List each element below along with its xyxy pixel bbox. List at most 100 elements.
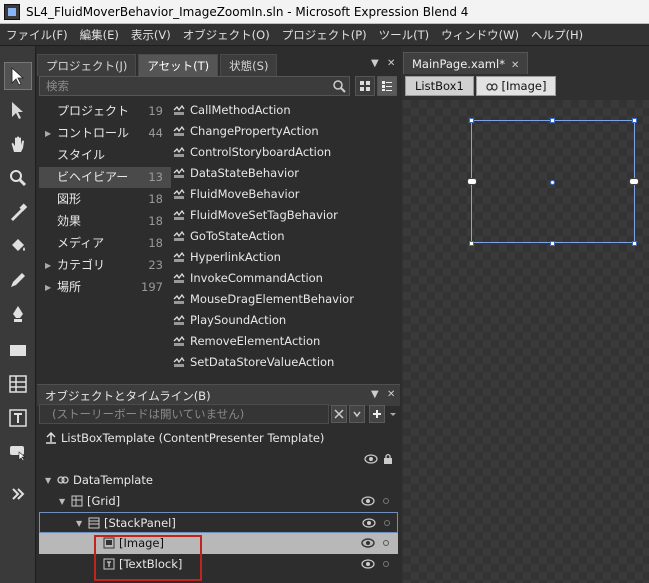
asset-search-input[interactable]: 検索 xyxy=(39,76,350,96)
asset-item[interactable]: InvokeCommandAction xyxy=(173,268,323,289)
resize-handle[interactable] xyxy=(550,118,555,123)
storyboard-picker[interactable]: (ストーリーボードは開いていません) xyxy=(39,404,329,424)
center-point-handle[interactable] xyxy=(550,180,555,185)
back-up-icon[interactable] xyxy=(45,432,57,444)
asset-item[interactable]: HyperlinkAction xyxy=(173,247,281,268)
eyedropper-icon[interactable] xyxy=(4,198,32,226)
resize-handle[interactable] xyxy=(632,241,637,246)
behavior-icon xyxy=(173,251,185,262)
lock-toggle-icon[interactable] xyxy=(383,540,389,546)
tab-project[interactable]: プロジェクト(J) xyxy=(37,54,137,76)
asset-item[interactable]: ChangePropertyAction xyxy=(173,121,319,142)
breadcrumb-item[interactable]: ListBox1 xyxy=(405,76,474,96)
asset-item[interactable]: SetDataStoreValueAction xyxy=(173,352,334,373)
menu-tools[interactable]: ツール(T) xyxy=(373,27,436,43)
asset-item[interactable]: CallMethodAction xyxy=(173,100,291,121)
asset-item[interactable]: GoToStateAction xyxy=(173,226,285,247)
tab-states[interactable]: 状態(S) xyxy=(220,54,278,76)
tree-row-textblock[interactable]: [TextBlock] xyxy=(39,554,398,575)
menu-file[interactable]: ファイル(F) xyxy=(0,27,74,43)
asset-item[interactable]: PlaySoundAction xyxy=(173,310,286,331)
category-item[interactable]: 効果 18 xyxy=(39,211,171,232)
eye-icon[interactable] xyxy=(361,537,375,549)
category-item[interactable]: 図形 18 xyxy=(39,189,171,210)
asset-item[interactable]: FluidMoveBehavior xyxy=(173,184,300,205)
category-item[interactable]: ▶ カテゴリ 23 xyxy=(39,255,171,276)
tab-assets[interactable]: アセット(T) xyxy=(138,54,219,76)
eye-icon[interactable] xyxy=(361,558,375,570)
close-tab-icon[interactable]: ✕ xyxy=(511,60,519,71)
behavior-icon xyxy=(173,146,185,157)
lock-icon[interactable] xyxy=(383,453,393,464)
close-icon[interactable]: ✕ xyxy=(387,389,395,400)
artboard-canvas[interactable] xyxy=(403,100,649,583)
resize-handle-side[interactable] xyxy=(467,178,477,185)
tree-row-stackpanel[interactable]: ▼ [StackPanel] xyxy=(39,512,398,533)
search-icon[interactable] xyxy=(332,79,346,93)
tree-row-template-root[interactable]: ListBoxTemplate (ContentPresenter Templa… xyxy=(39,428,398,449)
category-item[interactable]: スタイル xyxy=(39,145,171,166)
storyboard-close-icon[interactable] xyxy=(331,405,347,423)
tree-row-grid[interactable]: ▼ [Grid] xyxy=(39,491,398,512)
eye-icon[interactable] xyxy=(361,495,375,507)
menu-project[interactable]: プロジェクト(P) xyxy=(276,27,373,43)
tab-mainpage[interactable]: MainPage.xaml* ✕ xyxy=(403,52,529,74)
eye-icon[interactable] xyxy=(364,454,378,464)
asset-item[interactable]: FluidMoveSetTagBehavior xyxy=(173,205,338,226)
asset-item[interactable]: DataStateBehavior xyxy=(173,163,299,184)
resize-handle[interactable] xyxy=(632,118,637,123)
more-tools-icon[interactable] xyxy=(4,480,32,508)
eye-icon[interactable] xyxy=(362,517,376,529)
resize-handle-side[interactable] xyxy=(629,178,639,185)
pen-icon[interactable] xyxy=(4,300,32,328)
lock-toggle-icon[interactable] xyxy=(383,561,389,567)
list-view-icon[interactable] xyxy=(377,76,397,96)
chevron-down-icon[interactable] xyxy=(385,405,401,423)
collapse-arrow-icon[interactable]: ▼ xyxy=(45,470,51,491)
paint-bucket-icon[interactable] xyxy=(4,232,32,260)
collapse-arrow-icon[interactable]: ▼ xyxy=(59,491,65,512)
pin-icon[interactable]: ▼ xyxy=(371,58,379,69)
grid-layout-icon[interactable] xyxy=(4,370,32,398)
menu-edit[interactable]: 編集(E) xyxy=(74,27,125,43)
close-icon[interactable]: ✕ xyxy=(387,58,395,69)
expand-arrow-icon[interactable]: ▶ xyxy=(45,255,51,276)
menu-view[interactable]: 表示(V) xyxy=(125,27,177,43)
pin-icon[interactable]: ▼ xyxy=(371,389,379,400)
selection-icon[interactable] xyxy=(4,62,32,90)
grid-view-icon[interactable] xyxy=(355,76,375,96)
breadcrumb-item-current[interactable]: [Image] xyxy=(475,76,557,96)
lock-toggle-icon[interactable] xyxy=(384,520,390,526)
pointer-hand-icon[interactable] xyxy=(4,438,32,466)
category-item[interactable]: プロジェクト 19 xyxy=(39,101,171,122)
category-item[interactable]: ▶ 場所 197 xyxy=(39,277,171,298)
storyboard-menu-icon[interactable] xyxy=(349,405,365,423)
text-icon[interactable] xyxy=(4,404,32,432)
expand-arrow-icon[interactable]: ▶ xyxy=(45,123,51,144)
collapse-arrow-icon[interactable]: ▼ xyxy=(76,513,82,534)
category-item[interactable]: ▶ コントロール 44 xyxy=(39,123,171,144)
rectangle-icon[interactable] xyxy=(4,336,32,364)
behavior-icon xyxy=(173,293,185,304)
asset-item[interactable]: RemoveElementAction xyxy=(173,331,320,352)
resize-handle[interactable] xyxy=(550,241,555,246)
menu-window[interactable]: ウィンドウ(W) xyxy=(435,27,525,43)
zoom-icon[interactable] xyxy=(4,164,32,192)
objects-panel-header: オブジェクトとタイムライン(B) ▼ ✕ xyxy=(37,384,400,406)
pan-hand-icon[interactable] xyxy=(4,130,32,158)
menu-help[interactable]: ヘルプ(H) xyxy=(525,27,589,43)
direct-selection-icon[interactable] xyxy=(4,96,32,124)
asset-item[interactable]: MouseDragElementBehavior xyxy=(173,289,354,310)
resize-handle[interactable] xyxy=(469,118,474,123)
expand-arrow-icon[interactable]: ▶ xyxy=(45,277,51,298)
pencil-icon[interactable] xyxy=(4,266,32,294)
tree-row-image[interactable]: [Image] xyxy=(39,533,398,554)
tree-row-datatemplate[interactable]: ▼ DataTemplate xyxy=(39,470,398,491)
resize-handle[interactable] xyxy=(469,241,474,246)
lock-toggle-icon[interactable] xyxy=(383,498,389,504)
category-item-selected[interactable]: ビヘイビアー 13 xyxy=(39,167,171,188)
add-storyboard-icon[interactable] xyxy=(369,405,385,423)
asset-item[interactable]: ControlStoryboardAction xyxy=(173,142,331,163)
menu-object[interactable]: オブジェクト(O) xyxy=(177,27,276,43)
category-item[interactable]: メディア 18 xyxy=(39,233,171,254)
